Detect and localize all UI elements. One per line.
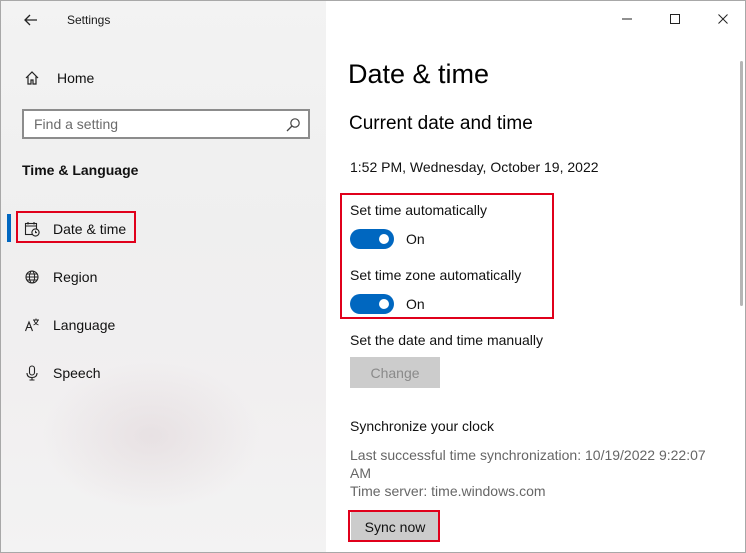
change-button[interactable]: Change xyxy=(350,357,440,388)
sidebar-item-language[interactable]: Language xyxy=(17,308,115,342)
search-input[interactable] xyxy=(34,116,274,132)
time-server-text: Time server: time.windows.com xyxy=(350,483,546,499)
manual-label: Set the date and time manually xyxy=(350,332,544,348)
search-icon xyxy=(286,118,300,132)
microphone-icon xyxy=(21,362,43,384)
maximize-button[interactable] xyxy=(651,1,699,37)
highlight-box xyxy=(16,211,136,243)
highlight-box xyxy=(348,510,440,542)
section-heading: Time & Language xyxy=(22,162,139,178)
close-icon xyxy=(718,14,728,24)
scrollbar[interactable] xyxy=(740,61,743,306)
sidebar-item-speech[interactable]: Speech xyxy=(17,356,100,390)
sidebar-item-label: Speech xyxy=(53,365,101,381)
search-box[interactable] xyxy=(22,109,310,139)
highlight-box xyxy=(340,193,554,319)
home-icon xyxy=(21,67,43,89)
last-sync-text: Last successful time synchronization: 10… xyxy=(350,447,706,481)
selected-indicator xyxy=(7,214,11,242)
section-subtitle: Current date and time xyxy=(349,113,533,134)
minimize-button[interactable] xyxy=(603,1,651,37)
current-datetime: 1:52 PM, Wednesday, October 19, 2022 xyxy=(350,159,599,175)
page-title: Date & time xyxy=(348,59,490,89)
minimize-icon xyxy=(622,18,632,20)
sidebar: Settings Home Time & Language xyxy=(1,1,326,552)
back-arrow-icon xyxy=(24,14,37,26)
home-nav-item[interactable]: Home xyxy=(17,65,94,91)
maximize-icon xyxy=(670,14,680,24)
back-button[interactable] xyxy=(19,9,43,31)
settings-window: Settings Home Time & Language xyxy=(0,0,746,553)
close-button[interactable] xyxy=(699,1,745,37)
globe-icon xyxy=(21,266,43,288)
language-icon xyxy=(21,314,43,336)
sidebar-item-label: Region xyxy=(53,269,98,285)
sidebar-item-label: Language xyxy=(53,317,116,333)
window-controls xyxy=(603,1,745,37)
sidebar-item-region[interactable]: Region xyxy=(17,260,97,294)
sync-heading: Synchronize your clock xyxy=(350,418,494,434)
home-label: Home xyxy=(57,70,95,86)
main-pane: Date & time Current date and time 1:52 P… xyxy=(326,1,745,552)
app-title: Settings xyxy=(67,13,111,27)
